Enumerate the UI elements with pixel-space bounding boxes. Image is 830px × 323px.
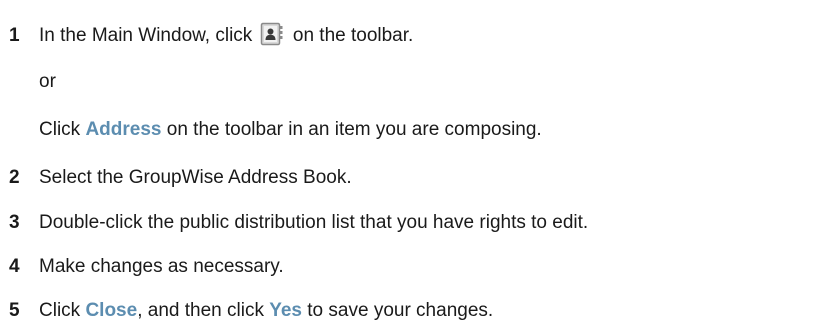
address-book-toolbar-icon (260, 22, 284, 46)
step-5-text-before: Click (39, 300, 81, 321)
step-1: 1 In the Main Window, click on the toolba… (0, 22, 413, 48)
step-1-alternative: Click Address on the toolbar in an item … (0, 118, 542, 142)
step-1-or: or (0, 70, 56, 94)
step-2-text: Select the GroupWise Address Book. (39, 167, 352, 188)
step-number: 3 (9, 212, 20, 233)
step-3-text: Double-click the public distribution lis… (39, 212, 589, 233)
step-5: 5 Click Close, and then click Yes to save… (0, 299, 493, 323)
step-5-text-middle: , and then click (137, 300, 264, 321)
alt-text-before: Click (39, 119, 81, 140)
close-ui-term: Close (85, 300, 138, 321)
step-1-text-after: on the toolbar. (292, 25, 414, 46)
step-3: 3 Double-click the public distribution li… (0, 211, 588, 235)
step-1-text-before: In the Main Window, click (39, 25, 253, 46)
step-2: 2 Select the GroupWise Address Book. (0, 166, 352, 190)
step-4-text: Make changes as necessary. (39, 256, 284, 277)
step-number: 2 (9, 167, 20, 188)
step-number: 1 (9, 25, 20, 46)
step-number: 5 (9, 300, 20, 321)
step-5-text-after: to save your changes. (307, 300, 494, 321)
step-number: 4 (9, 256, 20, 277)
yes-ui-term: Yes (269, 300, 302, 321)
or-text: or (39, 71, 56, 92)
address-ui-term: Address (85, 119, 162, 140)
alt-text-after: on the toolbar in an item you are compos… (166, 119, 542, 140)
step-4: 4 Make changes as necessary. (0, 255, 284, 279)
